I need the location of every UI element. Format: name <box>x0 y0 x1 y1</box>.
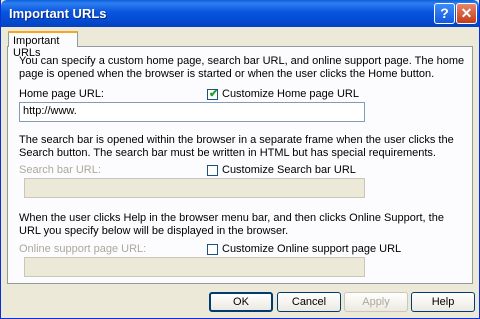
online-support-url-input[interactable] <box>24 257 365 277</box>
online-support-label: Online support page URL: <box>19 243 147 255</box>
online-support-checkbox[interactable] <box>207 244 218 255</box>
cancel-button[interactable]: Cancel <box>277 292 341 312</box>
intro-text: You can specify a custom home page, sear… <box>19 55 465 80</box>
tab-panel: You can specify a custom home page, sear… <box>7 46 473 284</box>
tab-important-urls[interactable]: Important URLs <box>8 31 78 59</box>
home-page-label: Home page URL: <box>19 88 104 100</box>
help-icon[interactable]: ? <box>434 3 455 24</box>
search-description: The search bar is opened within the brow… <box>19 134 454 159</box>
search-bar-checkbox[interactable] <box>207 165 218 176</box>
online-support-checkbox-label[interactable]: Customize Online support page URL <box>222 243 401 256</box>
close-icon[interactable]: ✕ <box>456 3 477 24</box>
important-urls-dialog: Important URLs ? ✕ Important URLs You ca… <box>0 0 480 319</box>
home-page-checkbox-label[interactable]: Customize Home page URL <box>222 88 359 101</box>
search-bar-checkbox-label[interactable]: Customize Search bar URL <box>222 164 356 177</box>
window-title: Important URLs <box>9 6 107 21</box>
checkmark-icon: ✔ <box>209 88 219 100</box>
apply-button[interactable]: Apply <box>344 292 408 312</box>
home-page-url-input[interactable]: http://www. <box>19 102 365 122</box>
help-button[interactable]: Help <box>411 292 475 312</box>
title-bar: Important URLs ? ✕ <box>1 0 479 27</box>
ok-button[interactable]: OK <box>209 292 273 312</box>
search-bar-label: Search bar URL: <box>19 164 101 176</box>
home-page-checkbox[interactable]: ✔ <box>207 88 219 100</box>
search-bar-url-input[interactable] <box>24 178 365 198</box>
support-description: When the user clicks Help in the browser… <box>19 212 444 237</box>
